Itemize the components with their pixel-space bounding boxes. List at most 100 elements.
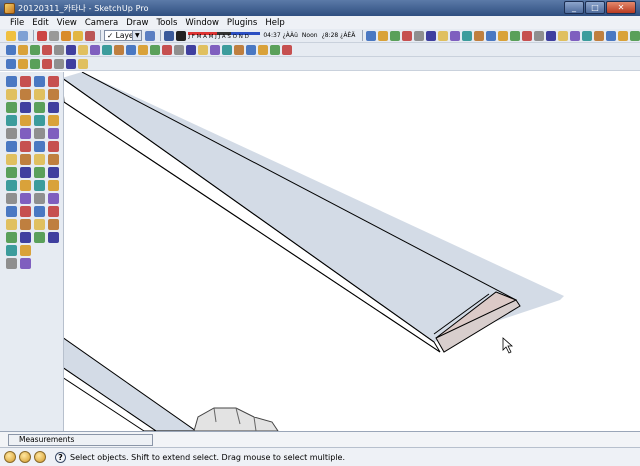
- sandbox-4-tool-icon[interactable]: [48, 154, 59, 165]
- sandbox-3-tool-icon[interactable]: [34, 154, 45, 165]
- solid-subtract-icon[interactable]: [246, 44, 256, 55]
- open-icon[interactable]: [18, 44, 28, 55]
- iso-icon[interactable]: [546, 30, 557, 41]
- credits-icon[interactable]: [19, 451, 31, 463]
- sandbox-5-tool-icon[interactable]: [34, 167, 45, 178]
- position-camera-tool-icon[interactable]: [6, 232, 17, 243]
- smoove-icon[interactable]: [162, 44, 172, 55]
- walk-tool-icon[interactable]: [20, 232, 31, 243]
- outer-shell-icon[interactable]: [282, 44, 292, 55]
- move-tool-icon[interactable]: [6, 128, 17, 139]
- menu-tools[interactable]: Tools: [156, 18, 177, 28]
- sandbox-14-tool-icon[interactable]: [48, 219, 59, 230]
- text-2-tool-icon[interactable]: [48, 128, 59, 139]
- get-models-icon[interactable]: [366, 30, 377, 41]
- look-around-tool-icon[interactable]: [6, 245, 17, 256]
- menu-view[interactable]: View: [57, 18, 77, 28]
- arc-tool-icon[interactable]: [20, 102, 31, 113]
- shadow-timeline[interactable]: J F M A M J J A S O N D: [188, 31, 261, 40]
- guard-shape[interactable]: [193, 407, 279, 431]
- component-icon[interactable]: [390, 30, 401, 41]
- text-tool-icon[interactable]: [20, 180, 31, 191]
- tape-2-tool-icon[interactable]: [34, 128, 45, 139]
- prev-view-tool-icon[interactable]: [48, 115, 59, 126]
- rectangle-tool-icon[interactable]: [6, 89, 17, 100]
- shadow-settings-icon[interactable]: [164, 30, 175, 41]
- select-tool-icon[interactable]: [6, 76, 17, 87]
- layer-select[interactable]: ✓ Layer0 ▼: [104, 30, 143, 41]
- menu-draw[interactable]: Draw: [126, 18, 148, 28]
- styles-icon[interactable]: [73, 30, 83, 41]
- redo-icon[interactable]: [102, 44, 112, 55]
- model-canvas[interactable]: [64, 72, 640, 431]
- top-icon[interactable]: [558, 30, 569, 41]
- shadows-icon[interactable]: [85, 30, 95, 41]
- display-shadows-icon[interactable]: [176, 30, 187, 41]
- rotate-2-tool-icon[interactable]: [48, 102, 59, 113]
- solid-union-icon[interactable]: [222, 44, 232, 55]
- cut-icon[interactable]: [42, 44, 52, 55]
- right-icon[interactable]: [582, 30, 593, 41]
- back-edges-icon[interactable]: [474, 30, 485, 41]
- sandbox-16-tool-icon[interactable]: [48, 232, 59, 243]
- layers-icon[interactable]: [49, 30, 59, 41]
- share-model-icon[interactable]: [378, 30, 389, 41]
- layer-manager-icon[interactable]: [145, 30, 156, 41]
- sandbox-scratch-icon[interactable]: [150, 44, 160, 55]
- look-2-tool-icon[interactable]: [48, 141, 59, 152]
- protractor-tool-icon[interactable]: [6, 180, 17, 191]
- pan-tool-icon[interactable]: [20, 206, 31, 217]
- hidden-line-icon[interactable]: [498, 30, 509, 41]
- freehand-tool-icon[interactable]: [20, 115, 31, 126]
- move-2-tool-icon[interactable]: [34, 102, 45, 113]
- sandbox-1-tool-icon[interactable]: [6, 258, 17, 269]
- sandbox-13-tool-icon[interactable]: [34, 219, 45, 230]
- shaded-texture-icon[interactable]: [522, 30, 533, 41]
- model-info-icon[interactable]: [126, 44, 136, 55]
- wireframe-icon[interactable]: [486, 30, 497, 41]
- back-icon[interactable]: [594, 30, 605, 41]
- line-2-tool-icon[interactable]: [34, 89, 45, 100]
- walk-2-tool-icon[interactable]: [34, 141, 45, 152]
- follow-me-tool-icon[interactable]: [20, 141, 31, 152]
- undo-icon[interactable]: [90, 44, 100, 55]
- zoom-extents-tool-icon[interactable]: [34, 115, 45, 126]
- sandbox-12-tool-icon[interactable]: [48, 206, 59, 217]
- arc-2-tool-icon[interactable]: [48, 89, 59, 100]
- menu-file[interactable]: File: [10, 18, 24, 28]
- material-icon[interactable]: [414, 30, 425, 41]
- stamp-icon[interactable]: [174, 44, 184, 55]
- eraser-icon[interactable]: [30, 58, 40, 69]
- flip-edge-icon[interactable]: [210, 44, 220, 55]
- shadows-icon[interactable]: [438, 30, 449, 41]
- component-icon[interactable]: [37, 30, 47, 41]
- menu-edit[interactable]: Edit: [32, 18, 48, 28]
- rotate-tool-icon[interactable]: [6, 141, 17, 152]
- orbit-tool-icon[interactable]: [6, 206, 17, 217]
- drape-icon[interactable]: [186, 44, 196, 55]
- layers-icon[interactable]: [402, 30, 413, 41]
- section-display-icon[interactable]: [630, 30, 640, 41]
- make-component-tool-icon[interactable]: [20, 76, 31, 87]
- print-icon[interactable]: [114, 44, 124, 55]
- save-icon[interactable]: [30, 44, 40, 55]
- new-icon[interactable]: [6, 44, 16, 55]
- follow-icon[interactable]: [42, 58, 52, 69]
- solid-split-icon[interactable]: [270, 44, 280, 55]
- solid-trim-icon[interactable]: [258, 44, 268, 55]
- measurements-box[interactable]: Measurements: [8, 434, 153, 446]
- share-model-icon[interactable]: [18, 30, 28, 41]
- erase-icon[interactable]: [78, 44, 88, 55]
- add-detail-icon[interactable]: [198, 44, 208, 55]
- circle-tool-icon[interactable]: [6, 102, 17, 113]
- push-pull-tool-icon[interactable]: [20, 128, 31, 139]
- solid-intersect-icon[interactable]: [234, 44, 244, 55]
- drawing-viewport[interactable]: [64, 72, 640, 431]
- monochrome-icon[interactable]: [534, 30, 545, 41]
- polygon-tool-icon[interactable]: [6, 115, 17, 126]
- scale-tool-icon[interactable]: [6, 154, 17, 165]
- fog-icon[interactable]: [450, 30, 461, 41]
- copy-icon[interactable]: [54, 44, 64, 55]
- sandbox-10-tool-icon[interactable]: [48, 193, 59, 204]
- material-icon[interactable]: [61, 30, 71, 41]
